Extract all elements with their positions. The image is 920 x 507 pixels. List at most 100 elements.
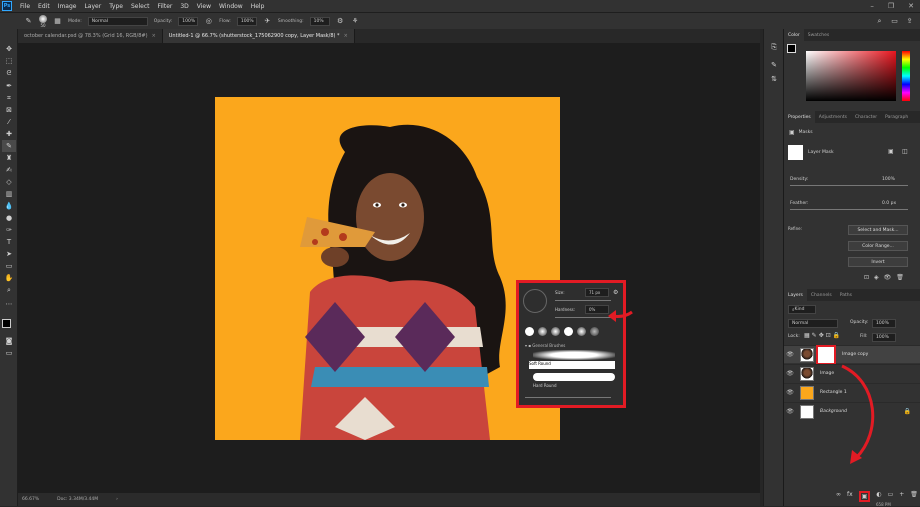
gradient-tool-icon[interactable]: ▥ (2, 188, 16, 200)
opacity-field[interactable]: 100% (178, 16, 199, 26)
crop-tool-icon[interactable]: ⌗ (2, 92, 16, 104)
pressure-opacity-icon[interactable]: ◎ (204, 17, 213, 26)
menu-type[interactable]: Type (105, 3, 127, 10)
document-canvas[interactable] (215, 97, 560, 440)
foreground-color-swatch[interactable] (787, 44, 796, 53)
close-tab-icon[interactable]: × (344, 33, 348, 39)
density-slider[interactable] (790, 185, 908, 186)
foreground-color-swatch[interactable] (2, 319, 11, 328)
marquee-tool-icon[interactable]: ⬚ (2, 55, 16, 67)
size-field[interactable]: 71 px (585, 288, 609, 297)
layer-mask-thumbnail[interactable] (788, 145, 803, 160)
brush-angle-icon[interactable] (523, 289, 547, 313)
smoothing-settings-icon[interactable]: ⚙ (336, 17, 345, 26)
menu-image[interactable]: Image (54, 3, 81, 10)
tab-october-calendar[interactable]: october calendar.psd @ 78.3% (Grid 16, R… (18, 29, 163, 43)
history-panel-icon[interactable]: ⎘ (767, 41, 781, 53)
brush-preset-picker[interactable]: 50 (39, 14, 47, 28)
layer-mask-thumbnail[interactable] (816, 344, 836, 365)
search-icon[interactable]: ⌕ (875, 17, 884, 26)
brush-tip-icon[interactable] (577, 327, 586, 336)
brush-tool-icon[interactable]: ✎ (24, 17, 33, 26)
brush-settings-icon[interactable]: ▦ (53, 17, 62, 26)
hue-slider[interactable] (902, 51, 910, 101)
load-selection-icon[interactable]: ⊡ (864, 274, 869, 281)
brushes-panel-icon[interactable]: ✎ (767, 59, 781, 71)
workspace-icon[interactable]: ▭ (890, 17, 899, 26)
menu-file[interactable]: File (16, 3, 34, 10)
close-window-button[interactable]: ✕ (908, 2, 914, 10)
clone-stamp-tool-icon[interactable]: ♜ (2, 152, 16, 164)
zoom-tool-icon[interactable]: ⌕ (2, 284, 16, 296)
pen-tool-icon[interactable]: ✑ (2, 224, 16, 236)
visibility-eye-icon[interactable]: 👁 (784, 351, 796, 358)
visibility-icon[interactable]: 👁 (884, 274, 892, 281)
move-tool-icon[interactable]: ✥ (2, 43, 16, 55)
tab-paragraph[interactable]: Paragraph (881, 111, 912, 123)
menu-filter[interactable]: Filter (154, 3, 177, 10)
visibility-eye-icon[interactable]: 👁 (784, 370, 796, 377)
feather-value[interactable]: 0.0 px (882, 201, 896, 206)
frame-tool-icon[interactable]: ⊠ (2, 104, 16, 116)
tab-color[interactable]: Color (784, 29, 804, 41)
brush-item-hard-round[interactable]: Hard Round (533, 383, 557, 388)
doc-size[interactable]: Doc: 3.34M/3.44M (57, 497, 98, 502)
mode-select[interactable]: Normal (87, 16, 148, 26)
link-layers-icon[interactable]: ∞ (836, 491, 841, 502)
fill-field[interactable]: 100% (872, 333, 896, 342)
menu-layer[interactable]: Layer (80, 3, 105, 10)
eraser-tool-icon[interactable]: ◇ (2, 176, 16, 188)
lock-icons[interactable]: ▦✎✥⊡🔒 (804, 332, 842, 339)
zoom-level[interactable]: 66.67% (22, 497, 39, 502)
tab-character[interactable]: Character (851, 111, 881, 123)
rectangle-tool-icon[interactable]: ▭ (2, 260, 16, 272)
screen-mode-icon[interactable]: ▭ (2, 347, 16, 359)
brush-tip-icon[interactable] (538, 327, 547, 336)
brush-item-soft-round[interactable]: Soft Round (529, 361, 615, 369)
delete-mask-icon[interactable]: 🗑 (896, 274, 904, 281)
tab-layers[interactable]: Layers (784, 289, 807, 301)
brush-tip-icon[interactable] (564, 327, 573, 336)
minimize-button[interactable]: – (870, 2, 874, 10)
menu-edit[interactable]: Edit (34, 3, 54, 10)
visibility-eye-icon[interactable]: 👁 (784, 408, 796, 415)
eyedropper-tool-icon[interactable]: ⁄ (2, 116, 16, 128)
density-value[interactable]: 100% (882, 177, 895, 182)
select-and-mask-button[interactable]: Select and Mask... (848, 225, 908, 235)
share-icon[interactable]: ⇪ (905, 17, 914, 26)
add-mask-icon[interactable]: ▣ (858, 491, 871, 502)
menu-select[interactable]: Select (127, 3, 154, 10)
hand-tool-icon[interactable]: ✋ (2, 272, 16, 284)
visibility-eye-icon[interactable]: 👁 (784, 389, 796, 396)
apply-mask-icon[interactable]: ◈ (874, 274, 879, 281)
smoothing-field[interactable]: 10% (309, 16, 330, 26)
more-tools-icon[interactable]: ⋯ (2, 298, 16, 310)
popup-settings-icon[interactable]: ⚙ (613, 289, 618, 296)
hardness-slider[interactable] (555, 317, 611, 318)
brush-tip-icon[interactable] (590, 327, 599, 336)
layer-row-image-copy[interactable]: 👁 Image copy (784, 344, 920, 365)
type-tool-icon[interactable]: T (2, 236, 16, 248)
menu-window[interactable]: Window (215, 3, 247, 10)
menu-help[interactable]: Help (247, 3, 269, 10)
color-picker-field[interactable] (806, 51, 896, 101)
menu-view[interactable]: View (193, 3, 215, 10)
airbrush-icon[interactable]: ✈ (263, 17, 272, 26)
path-selection-tool-icon[interactable]: ➤ (2, 248, 16, 260)
quick-select-tool-icon[interactable]: ✒ (2, 80, 16, 92)
tab-channels[interactable]: Channels (807, 289, 836, 301)
brush-tip-icon[interactable] (551, 327, 560, 336)
size-slider[interactable] (555, 300, 611, 301)
lasso-tool-icon[interactable]: ᘓ (2, 67, 16, 79)
layer-opacity-field[interactable]: 100% (872, 319, 896, 328)
close-tab-icon[interactable]: × (152, 33, 156, 39)
tab-paths[interactable]: Paths (836, 289, 856, 301)
layer-style-icon[interactable]: fx (847, 491, 853, 502)
filter-kind-select[interactable]: ⌕ Kind (788, 305, 816, 314)
tab-swatches[interactable]: Swatches (804, 29, 834, 41)
blend-mode-select[interactable]: Normal (788, 319, 838, 328)
status-arrow-icon[interactable]: › (116, 497, 118, 502)
pixel-mask-icon[interactable]: ▣ (888, 148, 894, 155)
tab-properties[interactable]: Properties (784, 111, 815, 123)
quick-mask-icon[interactable]: ◙ (2, 335, 16, 347)
